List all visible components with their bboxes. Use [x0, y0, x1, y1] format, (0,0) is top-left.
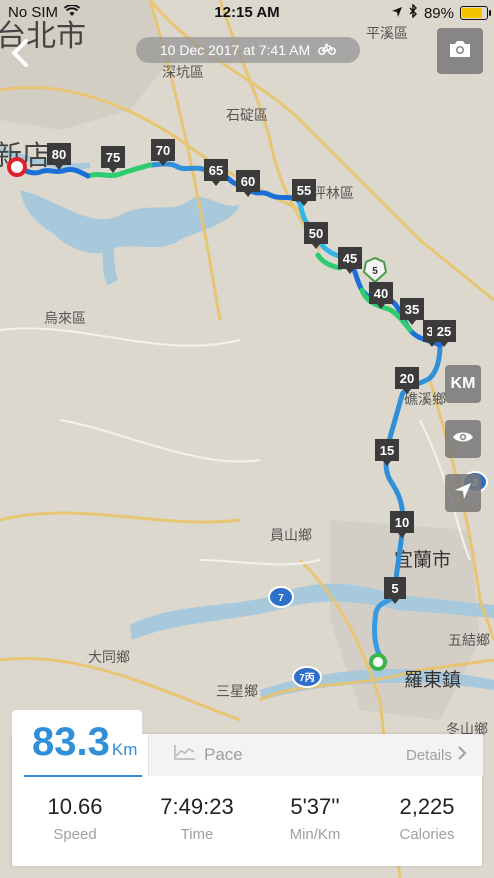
- navigation-arrow-icon: [454, 482, 472, 505]
- route-end-marker: [7, 157, 27, 177]
- svg-text:5: 5: [391, 581, 398, 596]
- svg-text:75: 75: [106, 150, 120, 165]
- road-shield-7-bing: 7丙: [292, 666, 322, 688]
- details-link[interactable]: Details: [406, 746, 467, 764]
- svg-text:50: 50: [309, 226, 323, 241]
- stat-speed-label: Speed: [53, 826, 97, 843]
- place-yuanshan: 員山鄉: [270, 527, 312, 543]
- place-wulai: 烏來區: [44, 310, 86, 326]
- distance-underline: [24, 775, 142, 777]
- svg-text:80: 80: [52, 147, 66, 162]
- svg-text:10: 10: [395, 515, 409, 530]
- svg-text:15: 15: [380, 443, 394, 458]
- route-start-marker: [369, 653, 387, 671]
- svg-text:55: 55: [297, 183, 311, 198]
- road-shield-7: 7: [268, 586, 294, 608]
- place-datong: 大同鄉: [88, 649, 130, 665]
- stat-pace: 5'37'' Min/Km: [260, 794, 370, 843]
- bluetooth-icon: [409, 3, 418, 22]
- place-shenkeng: 深坑區: [162, 64, 204, 80]
- unit-toggle-button[interactable]: KM: [445, 365, 481, 403]
- stat-calories-label: Calories: [399, 826, 455, 843]
- place-pingxi: 平溪區: [366, 25, 408, 41]
- place-wujie: 五結鄉: [448, 632, 490, 648]
- stat-time: 7:49:23 Time: [142, 794, 252, 843]
- battery-percent: 89%: [423, 4, 454, 22]
- svg-text:7: 7: [278, 593, 284, 604]
- place-jiaoxi: 礁溪鄉: [404, 391, 446, 407]
- eye-icon: [452, 430, 474, 449]
- chevron-right-icon: [458, 746, 467, 764]
- stat-time-label: Time: [180, 826, 214, 843]
- place-shiding: 石碇區: [226, 107, 268, 123]
- back-button[interactable]: [6, 36, 36, 70]
- pace-label: Pace: [204, 744, 243, 764]
- svg-text:70: 70: [156, 143, 170, 158]
- place-yilan: 宜蘭市: [394, 549, 451, 571]
- place-sanxing: 三星鄉: [216, 683, 258, 699]
- total-distance: 83.3 Km: [32, 720, 137, 765]
- stat-pace-value: 5'37'': [290, 794, 340, 819]
- svg-text:25: 25: [437, 324, 451, 339]
- activity-date-label: 10 Dec 2017 at 7:41 AM: [159, 42, 311, 58]
- svg-text:65: 65: [209, 163, 223, 178]
- place-luodong: 羅東鎮: [404, 669, 461, 691]
- place-pinglin: 坪林區: [312, 185, 354, 201]
- visibility-button[interactable]: [445, 420, 481, 458]
- locate-button[interactable]: [445, 474, 481, 512]
- stat-calories: 2,225 Calories: [372, 794, 482, 843]
- stat-speed-value: 10.66: [47, 794, 103, 819]
- stat-speed: 10.66 Speed: [20, 794, 130, 843]
- svg-text:20: 20: [400, 371, 414, 386]
- battery-icon: [460, 6, 491, 20]
- svg-text:60: 60: [241, 174, 255, 189]
- pace-tab-label[interactable]: Pace: [174, 744, 243, 765]
- svg-text:5: 5: [372, 266, 378, 277]
- svg-text:40: 40: [374, 286, 388, 301]
- svg-text:7丙: 7丙: [299, 672, 315, 684]
- status-bar: No SIM 12:15 AM 89%: [0, 0, 494, 26]
- svg-text:35: 35: [405, 302, 419, 317]
- camera-button[interactable]: [437, 28, 483, 74]
- activity-date: 10 Dec 2017 at 7:41 AM: [136, 37, 360, 63]
- location-arrow-icon: [391, 5, 403, 22]
- stat-pace-label: Min/Km: [289, 826, 341, 843]
- svg-text:45: 45: [343, 251, 357, 266]
- pace-chart-icon: [174, 744, 196, 765]
- stat-time-value: 7:49:23: [160, 794, 234, 819]
- bicycle-icon: [318, 42, 337, 58]
- distance-value: 83.3: [32, 720, 110, 764]
- distance-unit: Km: [111, 740, 138, 759]
- camera-icon: [448, 39, 472, 64]
- details-label: Details: [406, 746, 452, 764]
- stat-calories-value: 2,225: [399, 794, 455, 819]
